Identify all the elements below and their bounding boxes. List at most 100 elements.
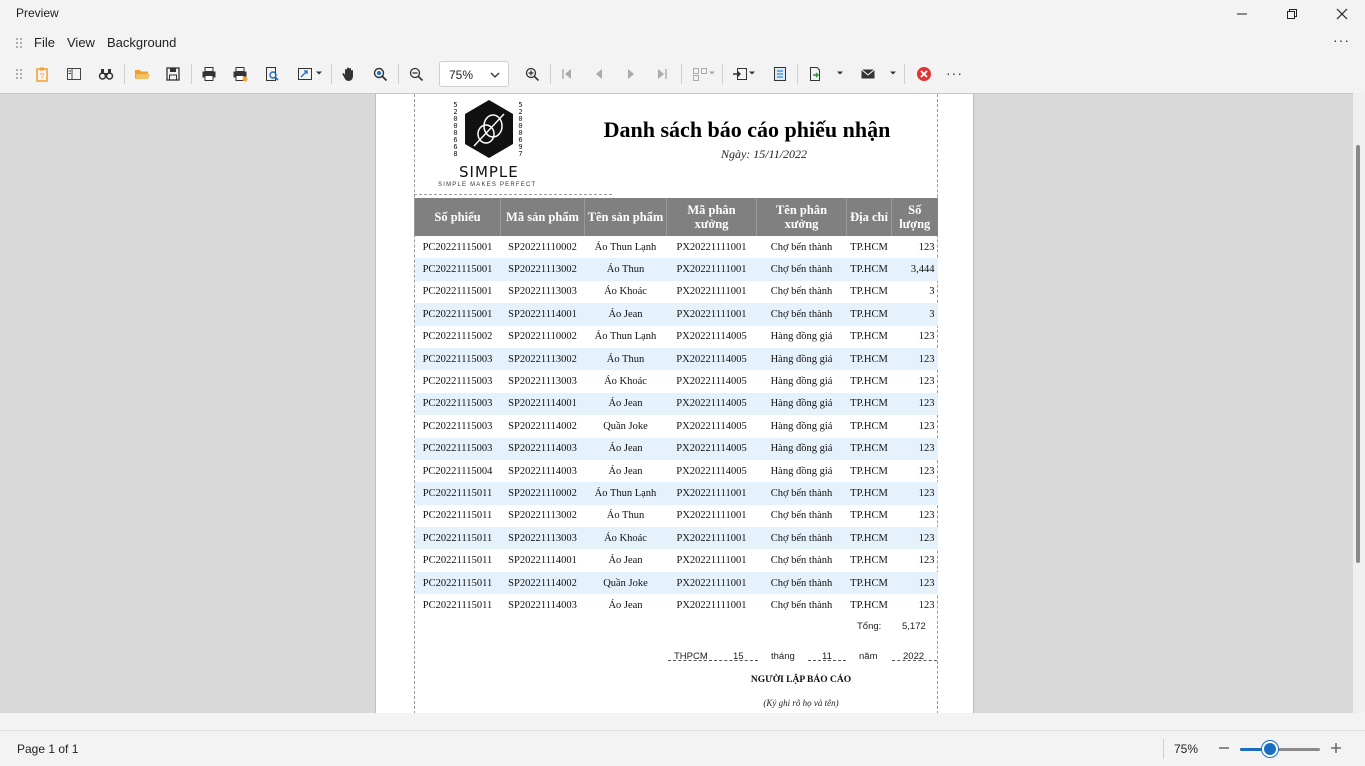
table-row: PC20221115003 SP20221113002 Áo Thun PX20221… [414,347,938,371]
table-cell: PX20221114005 [666,392,757,416]
export-icon [733,68,747,80]
table-cell: PC20221115003 [422,420,493,432]
table-cell: PC20221115004 [422,465,493,477]
table-header-row: Số phiếu Mã sản phẩm Tên sản phẩm Mã phân x… [414,198,938,236]
table-cell: PX20221111001 [676,241,747,253]
table-cell: TP.HCM [850,376,888,388]
svg-text:?: ? [40,72,45,81]
table-row: PC20221115011 SP20221110002 Áo Thun Lạnh PX… [414,482,938,505]
close-preview-button[interactable] [912,62,936,86]
print-button[interactable] [197,62,221,86]
viewer-bottom-gap [0,713,1365,730]
table-cell: TP.HCM [850,420,888,432]
menu-view[interactable]: View [67,35,95,50]
table-cell: Chợ bến thành [770,599,833,611]
total-label: Tổng: [857,621,882,632]
table-cell: PX20221111001 [666,482,757,505]
table-cell: TP.HCM [846,347,892,371]
table-cell: Chợ bến thành [756,303,847,326]
table-cell: Hàng đồng giá [756,392,847,416]
table-cell: SP20221113002 [500,258,585,281]
table-row: PC20221115011 SP20221114001 Áo Jean PX20221… [415,549,938,571]
table-cell: PX20221111001 [666,303,757,326]
table-cell: TP.HCM [850,331,888,343]
export-document-button[interactable] [803,62,827,86]
logo-wordmark: SIMPLE [459,163,519,181]
more-tools-icon[interactable]: ··· [946,65,963,81]
zoom-combobox[interactable]: 75% [439,61,509,87]
document-map-button[interactable] [62,62,86,86]
table-cell: Áo Jean [608,599,643,611]
zoom-plus-icon[interactable] [1328,740,1344,756]
hand-tool-button[interactable] [337,62,361,86]
zoom-minus-icon[interactable] [1216,740,1232,756]
quick-print-icon [233,67,248,82]
table-cell: SP20221110002 [508,331,577,343]
grip-icon[interactable] [15,37,23,49]
table-cell: PC20221115011 [414,482,501,505]
printer-icon [202,67,216,81]
quick-print-button[interactable] [228,62,252,86]
table-cell: SP20221110002 [500,482,585,505]
toolbar: ? ··· [0,58,1365,90]
scrollbar-thumb[interactable] [1356,145,1360,563]
chevron-down-icon[interactable] [748,70,756,76]
grip-icon[interactable] [15,68,23,80]
more-menu-icon[interactable]: ··· [1333,32,1350,48]
previous-page-button[interactable] [587,62,611,86]
previous-page-icon [596,69,602,79]
toolbar-separator [191,64,192,84]
last-page-button[interactable] [650,62,674,86]
table-row: PC20221115001 SP20221113002 Áo Thun PX20221… [414,258,938,281]
chevron-down-icon[interactable] [889,70,897,76]
table-cell: Áo Jean [608,555,643,567]
first-page-button[interactable] [555,62,579,86]
watermark-button[interactable] [768,62,792,86]
table-cell: SP20221113003 [500,527,585,550]
scale-button[interactable] [293,62,317,86]
table-cell: Chợ bến thành [756,482,847,505]
column-header: Số lượng [891,198,938,236]
open-button[interactable] [130,62,154,86]
table-cell: PC20221115011 [414,527,501,550]
table-cell: SP20221114001 [500,392,585,416]
toolbar-separator [722,64,723,84]
menu-background[interactable]: Background [107,35,176,50]
zoom-out-button[interactable] [404,62,428,86]
search-button[interactable] [94,62,118,86]
chevron-down-icon[interactable] [708,70,716,76]
table-cell: Chợ bến thành [756,258,847,281]
chevron-down-icon[interactable] [836,70,844,76]
report-table: Số phiếu Mã sản phẩm Tên sản phẩm Mã phân x… [414,198,938,617]
binoculars-icon [98,69,114,80]
toolbar-separator [550,64,551,84]
zoom-slider-thumb[interactable] [1262,741,1278,757]
minimize-button[interactable] [1219,0,1265,28]
magnifier-button[interactable] [368,62,392,86]
zoom-in-button[interactable] [520,62,544,86]
close-window-button[interactable] [1319,0,1365,28]
document-viewer[interactable]: 52000668 52000697 SIMPLE SIMPLE MAKES PE… [0,93,1353,713]
table-row: PC20221115011 SP20221113002 Áo Thun PX20221… [415,505,938,527]
restore-button[interactable] [1269,0,1315,28]
table-row: PC20221115001 SP20221113003 Áo Khoác PX2022… [415,281,938,303]
save-button[interactable] [161,62,185,86]
menu-bar: File View Background ··· [0,30,1365,56]
next-page-button[interactable] [619,62,643,86]
send-email-button[interactable] [856,62,880,86]
parameters-button[interactable]: ? [30,62,54,86]
vertical-scrollbar[interactable] [1353,93,1365,713]
menu-file[interactable]: File [34,35,55,50]
table-row: PC20221115001 SP20221114001 Áo Jean PX20221… [414,303,938,326]
page-setup-button[interactable] [260,62,284,86]
zoom-combobox-value: 75% [449,68,474,82]
table-cell: PX20221114005 [676,465,747,477]
table-cell: Chợ bến thành [770,241,833,253]
table-cell: 123 [918,420,935,432]
table-cell: TP.HCM [846,303,892,326]
envelope-icon [861,69,875,79]
column-header: Mã phân xưởng [666,198,757,236]
table-cell: 123 [891,437,938,460]
chevron-down-icon[interactable] [315,70,323,76]
restore-icon [1287,9,1297,19]
